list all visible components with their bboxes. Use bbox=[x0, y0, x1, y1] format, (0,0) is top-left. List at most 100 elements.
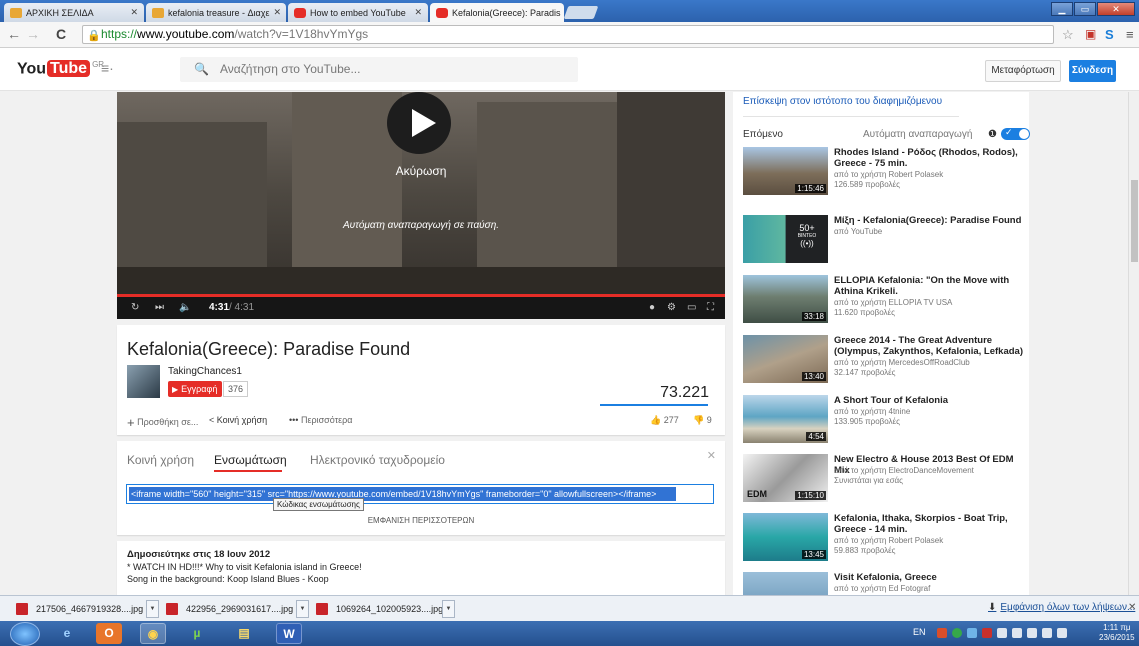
subscribe-button[interactable]: ▶ Εγγραφή bbox=[168, 381, 223, 397]
advertiser-link[interactable]: Επίσκεψη στον ιστότοπο του διαφημιζόμενο… bbox=[743, 96, 942, 107]
volume-icon[interactable] bbox=[1057, 628, 1067, 638]
start-button[interactable] bbox=[10, 622, 40, 646]
share-button[interactable]: < Κοινή χρήση bbox=[209, 415, 267, 425]
signal-icon[interactable] bbox=[1042, 628, 1052, 638]
back-icon[interactable]: ← bbox=[7, 26, 21, 42]
browser-tab-how-to-embed[interactable]: How to embed YouTube ✕ bbox=[288, 3, 428, 22]
related-mix-item[interactable]: 50+ ΒΙΝΤΕΟ ((•)) Μίξη - Kefalonia(Greece… bbox=[743, 215, 1027, 270]
related-video-item[interactable]: 13:40 Greece 2014 - The Great Adventure … bbox=[743, 335, 1027, 390]
office-icon[interactable]: O bbox=[96, 623, 122, 644]
tab-email[interactable]: Ηλεκτρονικό ταχυδρομείο bbox=[310, 453, 445, 467]
duration-badge: 4:54 bbox=[806, 432, 826, 441]
show-all-downloads-link[interactable]: ⬇ Εμφάνιση όλων των λήψεων... bbox=[988, 602, 1135, 613]
page-scrollbar[interactable] bbox=[1128, 92, 1139, 595]
tab-share[interactable]: Κοινή χρήση bbox=[127, 453, 194, 467]
new-tab-button[interactable] bbox=[563, 6, 599, 19]
folder-icon[interactable]: ▤ bbox=[231, 623, 257, 644]
security-icon[interactable] bbox=[952, 628, 962, 638]
minimize-window-button[interactable]: ▁ bbox=[1051, 2, 1073, 16]
home-icon bbox=[10, 7, 22, 18]
network-icon[interactable] bbox=[967, 628, 977, 638]
ie-icon[interactable]: e bbox=[54, 623, 80, 644]
antivirus-icon[interactable] bbox=[982, 628, 992, 638]
chrome-icon[interactable]: ◉ bbox=[140, 623, 166, 644]
download-menu-arrow[interactable]: ▼ bbox=[296, 600, 309, 618]
close-icon[interactable]: ✕ bbox=[270, 7, 282, 18]
related-video-item[interactable]: 33:18 ELLOPIA Kefalonia: "On the Move wi… bbox=[743, 275, 1027, 330]
restore-window-button[interactable]: ▭ bbox=[1074, 2, 1096, 16]
channel-name[interactable]: TakingChances1 bbox=[168, 366, 242, 377]
utorrent-icon[interactable]: µ bbox=[184, 623, 210, 644]
embed-code-field[interactable]: <iframe width="560" height="315" src="ht… bbox=[126, 484, 714, 504]
bluetooth-icon[interactable] bbox=[997, 628, 1007, 638]
theater-mode-icon[interactable]: ▭ bbox=[687, 302, 696, 313]
next-icon[interactable]: ⏭ bbox=[155, 302, 164, 313]
close-icon[interactable]: ✕ bbox=[707, 449, 716, 462]
browser-tab-home[interactable]: ΑΡΧΙΚΗ ΣΕΛΙΔΑ ✕ bbox=[4, 3, 144, 22]
annotations-icon[interactable]: ● bbox=[649, 302, 655, 313]
clock-time: 1:11 πμ bbox=[1103, 623, 1131, 632]
add-to-button[interactable]: + Προσθήκη σε... bbox=[127, 415, 198, 430]
reload-icon[interactable]: C bbox=[56, 26, 66, 42]
forward-icon[interactable]: → bbox=[26, 26, 40, 42]
power-icon[interactable] bbox=[1027, 628, 1037, 638]
duration-badge: 13:45 bbox=[801, 550, 826, 559]
more-button[interactable]: ••• Περισσότερα bbox=[289, 415, 352, 425]
related-video-item[interactable]: 13:45 Kefalonia, Ithaka, Skorpios - Boat… bbox=[743, 513, 1027, 568]
play-icon[interactable] bbox=[387, 92, 451, 154]
replay-icon[interactable]: ↻ bbox=[131, 302, 139, 313]
like-button[interactable]: 👍 277 bbox=[650, 415, 679, 426]
system-clock[interactable]: 1:11 πμ 23/6/2015 bbox=[1099, 623, 1135, 643]
related-video-item[interactable]: Visit Kefalonia, Greece από το χρήστη Ed… bbox=[743, 572, 1027, 595]
add-to-label: Προσθήκη σε... bbox=[137, 417, 199, 427]
sign-in-button[interactable]: Σύνδεση bbox=[1069, 60, 1116, 82]
dislike-button[interactable]: 👎 9 bbox=[693, 415, 712, 426]
related-video-item[interactable]: 4:54 A Short Tour of Kefalonia από το χρ… bbox=[743, 395, 1027, 450]
flag-icon[interactable] bbox=[937, 628, 947, 638]
close-icon[interactable]: ✕ bbox=[410, 7, 422, 18]
extension-icon[interactable]: ▣ bbox=[1085, 27, 1096, 41]
action-center-icon[interactable] bbox=[1012, 628, 1022, 638]
related-video-item[interactable]: 1:15:46 Rhodes Island - Ρόδος (Rhodos, R… bbox=[743, 147, 1027, 202]
menu-icon[interactable]: ≡ bbox=[1126, 27, 1134, 42]
skype-icon[interactable]: S bbox=[1105, 27, 1114, 42]
related-video-item[interactable]: EDM 1:15:10 New Electro & House 2013 Bes… bbox=[743, 454, 1027, 509]
volume-icon[interactable]: 🔈 bbox=[179, 302, 191, 313]
browser-tab-kefalonia-video[interactable]: Kefalonia(Greece): Paradis ✕ bbox=[430, 3, 564, 22]
video-info-card: Kefalonia(Greece): Paradise Found Taking… bbox=[117, 325, 725, 435]
scrollbar-thumb[interactable] bbox=[1131, 180, 1138, 262]
close-window-button[interactable]: ✕ bbox=[1097, 2, 1135, 16]
player-controls: ↻ ⏭ 🔈 4:31 / 4:31 ● ⚙ ▭ ⛶ bbox=[117, 297, 725, 319]
tab-label: Kefalonia(Greece): Paradis bbox=[452, 7, 561, 18]
youtube-logo[interactable]: You Tube GR bbox=[17, 60, 104, 78]
description-card: Δημοσιεύτηκε στις 18 Ιουν 2012 * WATCH I… bbox=[117, 541, 725, 595]
language-indicator[interactable]: EN bbox=[913, 627, 926, 637]
show-more-button[interactable]: ΕΜΦΑΝΙΣΗ ΠΕΡΙΣΣΟΤΕΡΩΝ bbox=[117, 516, 725, 525]
checkmark-icon: ✓ bbox=[1005, 127, 1013, 137]
word-icon[interactable]: W bbox=[276, 623, 302, 644]
bookmark-star-icon[interactable]: ☆ bbox=[1062, 27, 1074, 43]
settings-gear-icon[interactable]: ⚙ bbox=[667, 302, 676, 313]
video-player[interactable]: Ακύρωση Αυτόματη αναπαραγωγή σε παύση. ↻… bbox=[117, 92, 725, 319]
channel-avatar[interactable] bbox=[127, 365, 160, 398]
close-icon[interactable]: ✕ bbox=[1128, 602, 1136, 613]
info-icon[interactable]: ❶ bbox=[988, 129, 997, 140]
download-item[interactable]: 217506_4667919328....jpg bbox=[14, 600, 146, 618]
download-menu-arrow[interactable]: ▼ bbox=[442, 600, 455, 618]
show-all-label: Εμφάνιση όλων των λήψεων... bbox=[1000, 602, 1136, 613]
browser-tab-kefalonia-treasure[interactable]: kefalonia treasure - Διαχε ✕ bbox=[146, 3, 286, 22]
search-input[interactable]: 🔍 Αναζήτηση στο YouTube... bbox=[180, 57, 578, 82]
close-icon[interactable]: ✕ bbox=[126, 7, 138, 18]
tab-embed[interactable]: Ενσωμάτωση bbox=[214, 453, 287, 467]
autoplay-toggle[interactable]: ✓ bbox=[1001, 127, 1030, 140]
guide-menu-icon[interactable]: ≡· bbox=[101, 60, 114, 76]
upload-button[interactable]: Μεταφόρτωση bbox=[985, 60, 1061, 82]
download-item[interactable]: 1069264_102005923....jpg bbox=[314, 600, 443, 618]
embed-code-text[interactable]: <iframe width="560" height="315" src="ht… bbox=[129, 487, 676, 501]
cancel-autoplay-button[interactable]: Ακύρωση bbox=[117, 164, 725, 178]
download-menu-arrow[interactable]: ▼ bbox=[146, 600, 159, 618]
download-item[interactable]: 422956_2969031617....jpg bbox=[164, 600, 296, 618]
fullscreen-icon[interactable]: ⛶ bbox=[707, 302, 714, 313]
windows-taskbar: e O ◉ µ ▤ W EN 1:11 πμ 23/6/2015 bbox=[0, 621, 1139, 646]
address-bar[interactable]: 🔒 https://www.youtube.com/watch?v=1V18hv… bbox=[82, 25, 1054, 44]
